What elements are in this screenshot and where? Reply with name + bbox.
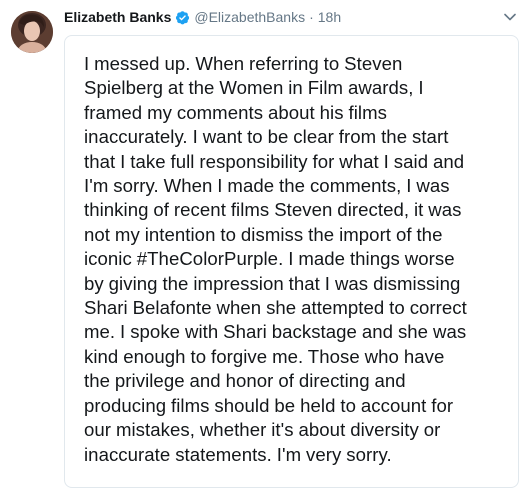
statement-line: thinking of recent films Steven directed… [84, 199, 462, 221]
statement-line: I'm sorry. When I made the comments, I w… [84, 175, 450, 197]
statement-line: by giving the impression that I was dism… [84, 272, 461, 294]
statement-line: not my intention to dismiss the import o… [84, 223, 443, 245]
avatar-photo [11, 11, 53, 53]
statement-line: producing films should be held to accoun… [84, 394, 454, 416]
statement-line: inaccurate statements. I'm very sorry. [84, 443, 392, 465]
statement-line: Spielberg at the Women in Film awards, I [84, 77, 424, 99]
statement-line: me. I spoke with Shari backstage and she… [84, 321, 467, 343]
author-name[interactable]: Elizabeth Banks [64, 7, 171, 27]
statement-line: Shari Belafonte when she attempted to co… [84, 297, 467, 319]
timestamp[interactable]: 18h [318, 7, 341, 27]
avatar[interactable] [11, 11, 53, 53]
statement-line: inaccurately. I want to be clear from th… [84, 126, 449, 148]
statement-text: I messed up. When referring to Steven Sp… [84, 52, 509, 467]
author-handle[interactable]: @ElizabethBanks [194, 7, 305, 27]
statement-line: our mistakes, whether it's about diversi… [84, 419, 441, 441]
statement-line: I messed up. When referring to Steven [84, 53, 403, 74]
chevron-down-icon[interactable] [501, 8, 519, 26]
statement-line: iconic #TheColorPurple. I made things wo… [84, 248, 455, 270]
statement-line: framed my comments about his films [84, 101, 387, 123]
tweet-header: Elizabeth Banks @ElizabethBanks · 18h [64, 7, 519, 27]
statement-line: kind enough to forgive me. Those who hav… [84, 345, 445, 367]
attached-image[interactable]: I messed up. When referring to Steven Sp… [64, 35, 519, 488]
statement-line: that I take full responsibility for what… [84, 150, 465, 172]
verified-badge-icon [175, 10, 190, 25]
statement-line: the privilege and honor of directing and [84, 370, 406, 392]
separator-dot: · [309, 9, 314, 25]
